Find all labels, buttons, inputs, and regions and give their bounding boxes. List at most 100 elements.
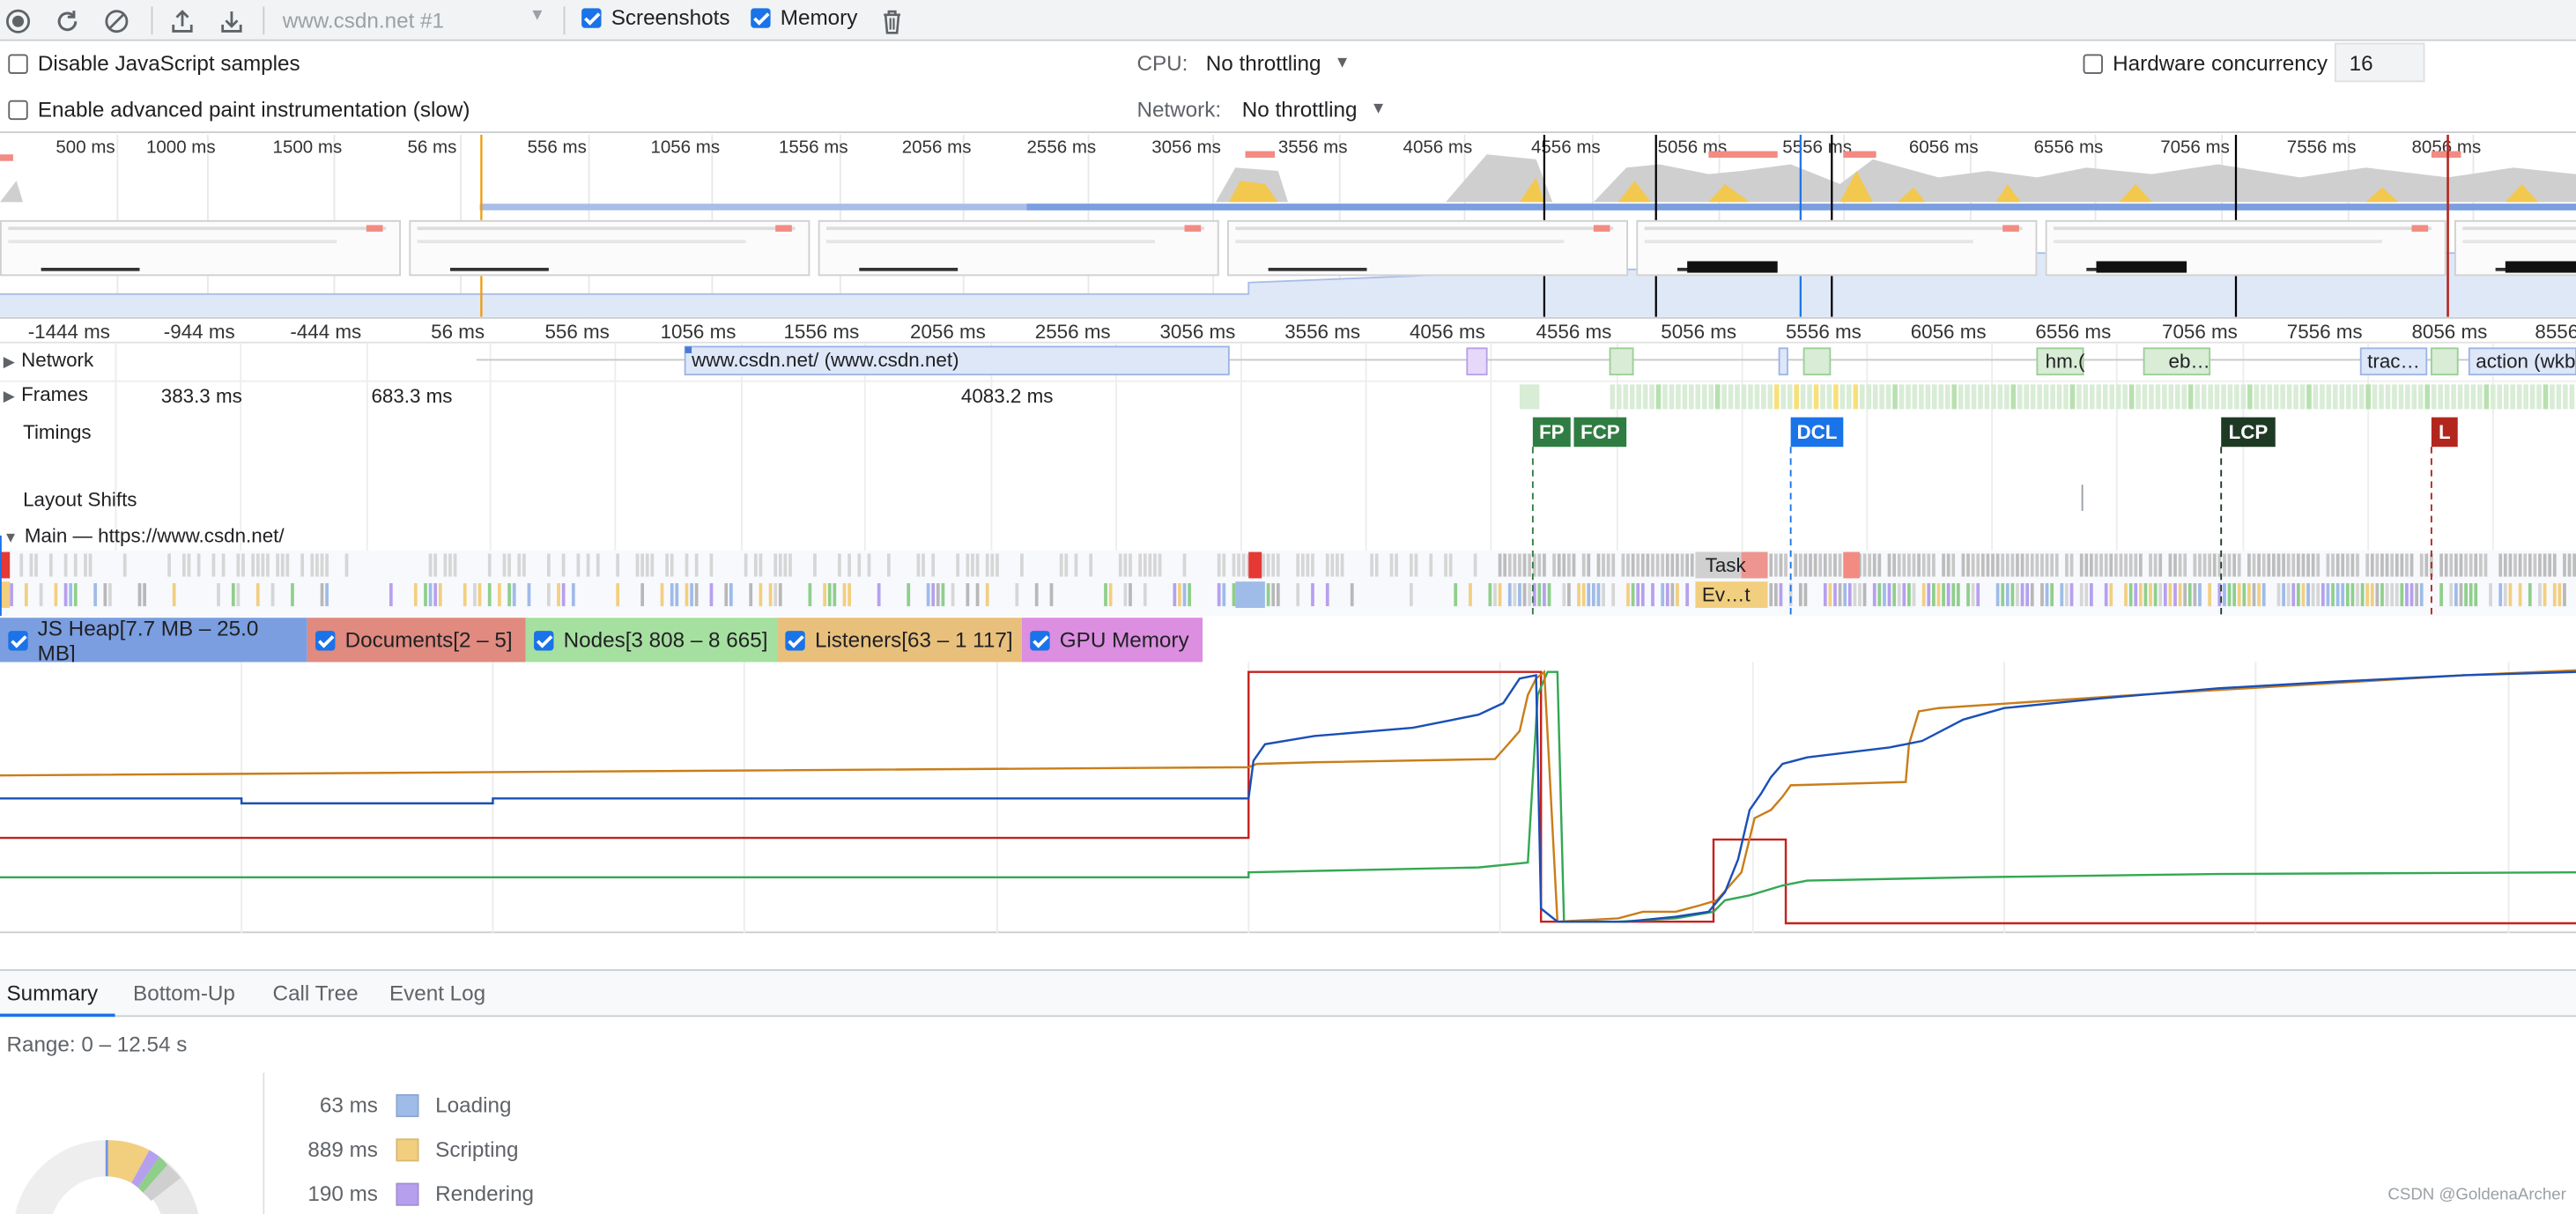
record-icon[interactable] — [4, 6, 33, 36]
timeline-ruler: -1444 ms -944 ms -444 ms 56 ms 556 ms 1056 ms… — [0, 316, 2576, 344]
summary-category-row: 63 ms Loading — [263, 1092, 512, 1118]
cpu-label: CPU: — [1136, 50, 1188, 76]
screenshot-thumbnail[interactable] — [1636, 219, 2038, 277]
screenshot-thumbnail[interactable] — [1227, 219, 1629, 277]
memory-counter-toggle[interactable]: Listeners[63 – 1 117] — [777, 618, 1022, 663]
screenshot-filmstrip — [0, 219, 2576, 277]
hardware-concurrency-option[interactable]: Hardware concurrency — [2083, 50, 2328, 76]
ruler-tick-label: -444 ms — [290, 320, 362, 344]
capture-settings: Disable JavaScript samples Enable advanc… — [0, 41, 2576, 134]
memory-lines — [0, 662, 2576, 934]
cpu-throttling-select[interactable]: No throttling ▼ — [1206, 51, 1351, 76]
reload-record-icon[interactable] — [53, 6, 83, 36]
toolbar: www.csdn.net #1 ▼ Screenshots Memory — [0, 0, 2576, 41]
summary-category-time: 190 ms — [307, 1181, 378, 1206]
timing-marker-lines — [0, 447, 2432, 617]
timeline-overview[interactable]: 500 ms 1000 ms 1500 ms 56 ms 556 ms 1056 ms 15… — [0, 134, 2576, 317]
hardware-concurrency-label: Hardware concurrency — [2113, 50, 2328, 76]
disable-js-samples-option[interactable]: Disable JavaScript samples — [8, 51, 300, 76]
network-throttling-value: No throttling — [1241, 97, 1358, 122]
advanced-paint-checkbox[interactable] — [8, 99, 28, 120]
download-icon[interactable] — [217, 6, 247, 36]
tab-summary[interactable]: Summary — [6, 981, 98, 1005]
summary-category-label: Scripting — [435, 1136, 519, 1162]
screenshot-thumbnail[interactable] — [2454, 219, 2576, 277]
memory-checkbox[interactable] — [751, 7, 771, 27]
screenshots-toggle[interactable]: Screenshots — [581, 5, 729, 30]
ruler-tick-label: 1056 ms — [660, 320, 737, 344]
chevron-down-icon: ▼ — [1370, 100, 1387, 119]
summary-pie-chart — [15, 1140, 199, 1214]
memory-counter-toggle[interactable]: JS Heap[7.7 MB – 25.0 MB] — [0, 615, 307, 665]
counter-checkbox[interactable] — [8, 630, 28, 650]
cpu-throttling-value: No throttling — [1205, 50, 1321, 76]
category-swatch — [396, 1137, 419, 1161]
summary-category-time: 889 ms — [307, 1136, 378, 1162]
flame-chart[interactable]: ▶ Network www.csdn.net/ (www.csdn.net) hm… — [0, 343, 2576, 617]
counter-checkbox[interactable] — [785, 630, 805, 650]
upload-icon[interactable] — [167, 6, 197, 36]
ruler-tick-label: 8556 — [2535, 320, 2576, 344]
ruler-tick-label: 6556 ms — [2035, 320, 2112, 344]
screenshot-thumbnail[interactable] — [409, 219, 811, 277]
tab-bottom-up[interactable]: Bottom-Up — [133, 981, 235, 1005]
ruler-tick-label: 56 ms — [431, 320, 485, 344]
summary-category-time: 63 ms — [319, 1092, 378, 1118]
recording-select-value: www.csdn.net #1 — [282, 8, 445, 33]
disable-js-samples-checkbox[interactable] — [8, 53, 28, 73]
memory-label: Memory — [780, 4, 858, 30]
summary-range: Range: 0 – 12.54 s — [6, 1032, 188, 1057]
screenshot-thumbnail[interactable] — [818, 219, 1219, 277]
counter-checkbox[interactable] — [1030, 630, 1050, 650]
ruler-tick-label: 7556 ms — [2286, 320, 2363, 344]
summary-category-row: 190 ms Rendering — [263, 1181, 534, 1206]
ruler-tick-label: 556 ms — [544, 320, 610, 344]
ruler-tick-label: 4556 ms — [1536, 320, 1612, 344]
ruler-tick-label: 8056 ms — [2411, 320, 2488, 344]
ruler-tick-label: -1444 ms — [27, 320, 110, 344]
details-tabbar: Summary Bottom-Up Call Tree Event Log — [0, 969, 2576, 1018]
screenshots-checkbox[interactable] — [581, 7, 602, 27]
counter-label: Documents[2 – 5] — [344, 627, 513, 653]
trash-icon[interactable] — [877, 6, 907, 36]
screenshots-label: Screenshots — [611, 4, 730, 30]
memory-counter-toggle[interactable]: GPU Memory — [1021, 618, 1203, 663]
network-label: Network: — [1136, 97, 1222, 122]
summary-category-label: Loading — [435, 1092, 512, 1118]
advanced-paint-option[interactable]: Enable advanced paint instrumentation (s… — [8, 97, 470, 122]
summary-panel: Range: 0 – 12.54 s 63 ms Loading 889 ms Scr… — [0, 1017, 2576, 1214]
tab-event-log[interactable]: Event Log — [389, 981, 485, 1005]
counter-label: JS Heap[7.7 MB – 25.0 MB] — [37, 615, 259, 665]
memory-counters-graph[interactable] — [0, 662, 2576, 934]
ruler-tick-label: 5556 ms — [1785, 320, 1862, 344]
ruler-tick-label: 7056 ms — [2162, 320, 2238, 344]
disable-js-samples-label: Disable JavaScript samples — [37, 50, 300, 76]
counter-checkbox[interactable] — [534, 630, 554, 650]
advanced-paint-label: Enable advanced paint instrumentation (s… — [37, 97, 470, 122]
summary-category-label: Rendering — [435, 1181, 535, 1206]
memory-counter-toggle[interactable]: Documents[2 – 5] — [307, 618, 526, 663]
recording-select[interactable]: www.csdn.net #1 ▼ — [283, 5, 549, 36]
memory-counter-toggle[interactable]: Nodes[3 808 – 8 665] — [525, 618, 778, 663]
ruler-tick-label: 3056 ms — [1159, 320, 1236, 344]
tab-call-tree[interactable]: Call Tree — [273, 981, 359, 1005]
summary-category-row: 889 ms Scripting — [263, 1136, 518, 1161]
hardware-concurrency-input[interactable]: 16 — [2334, 42, 2425, 83]
category-swatch — [396, 1181, 419, 1205]
chevron-down-icon: ▼ — [1334, 54, 1351, 73]
ruler-tick-label: 4056 ms — [1409, 320, 1485, 344]
ruler-tick-label: -944 ms — [163, 320, 235, 344]
ruler-tick-label: 1556 ms — [783, 320, 860, 344]
counter-label: Listeners[63 – 1 117] — [814, 627, 1013, 653]
ruler-tick-label: 2556 ms — [1034, 320, 1111, 344]
counter-checkbox[interactable] — [315, 630, 336, 650]
counter-label: GPU Memory — [1059, 627, 1189, 653]
screenshot-thumbnail[interactable] — [2045, 219, 2446, 277]
clear-icon[interactable] — [102, 6, 132, 36]
network-throttling-select[interactable]: No throttling ▼ — [1242, 97, 1387, 122]
category-swatch — [396, 1093, 419, 1117]
memory-toggle[interactable]: Memory — [751, 5, 857, 30]
screenshot-thumbnail[interactable] — [0, 219, 402, 277]
hardware-concurrency-checkbox[interactable] — [2083, 53, 2103, 73]
ruler-tick-label: 2056 ms — [910, 320, 986, 344]
